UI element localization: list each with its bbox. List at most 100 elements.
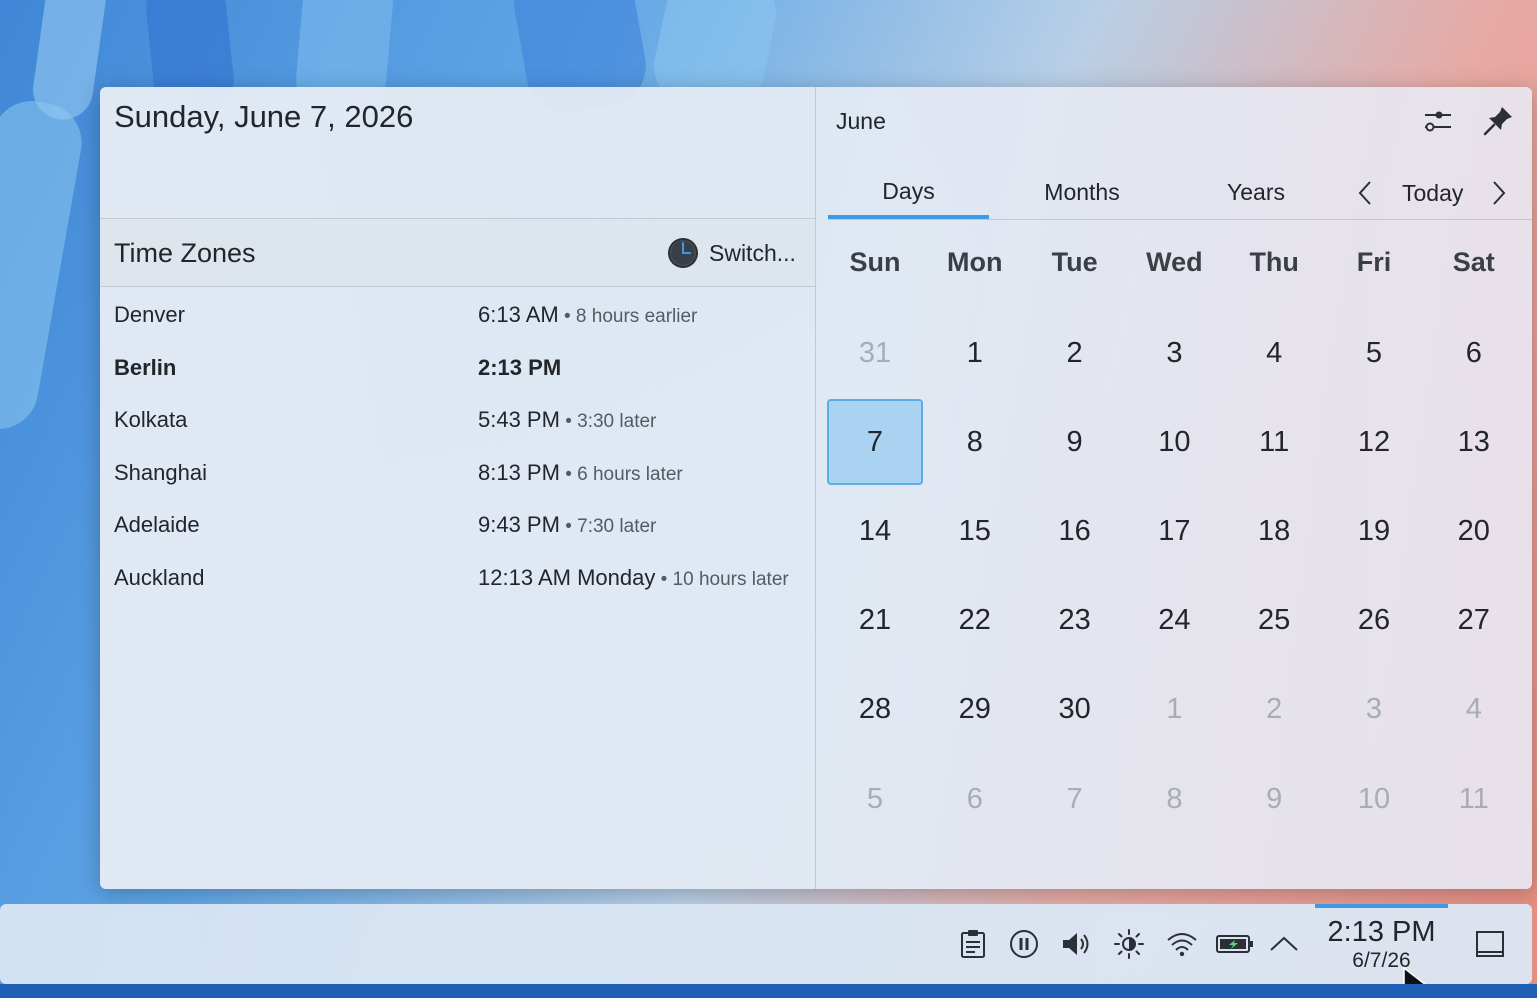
timezone-time-cell: 9:43 PM • 7:30 later xyxy=(478,512,656,538)
clock-time: 2:13 PM xyxy=(1327,916,1436,948)
day-cell[interactable]: 16 xyxy=(1027,488,1123,574)
day-cell[interactable]: 10 xyxy=(1126,399,1222,485)
timezone-time: 12:13 AM Monday xyxy=(478,564,656,590)
tab-days[interactable]: Days xyxy=(828,167,989,219)
date-title: Sunday, June 7, 2026 xyxy=(114,99,414,134)
day-cell[interactable]: 27 xyxy=(1426,578,1522,664)
timezone-time-cell: 2:13 PM xyxy=(478,355,561,381)
timezone-row: Berlin 2:13 PM xyxy=(100,343,815,393)
day-cell[interactable]: 18 xyxy=(1226,488,1322,574)
timezone-time: 6:13 AM xyxy=(478,302,559,327)
day-cell[interactable]: 19 xyxy=(1326,488,1422,574)
day-cell[interactable]: 17 xyxy=(1126,488,1222,574)
timezone-row: Kolkata 5:43 PM • 3:30 later xyxy=(100,395,815,445)
day-cell[interactable]: 1 xyxy=(927,310,1023,396)
timezone-time-cell: 6:13 AM • 8 hours earlier xyxy=(478,302,697,328)
day-cell[interactable]: 8 xyxy=(927,399,1023,485)
timezone-row: Adelaide 9:43 PM • 7:30 later xyxy=(100,500,815,550)
day-cell[interactable]: 9 xyxy=(1226,756,1322,842)
day-cell[interactable]: 21 xyxy=(827,578,923,664)
timezone-row: Denver 6:13 AM • 8 hours earlier xyxy=(100,290,815,340)
timezone-time-cell: 5:43 PM • 3:30 later xyxy=(478,407,656,433)
timezones-header: Time Zones Switch... xyxy=(100,218,815,287)
day-cell[interactable]: 2 xyxy=(1027,310,1123,396)
day-cell[interactable]: 14 xyxy=(827,488,923,574)
timezone-city: Berlin xyxy=(114,354,177,380)
day-cell[interactable]: 28 xyxy=(827,667,923,753)
next-month-icon[interactable] xyxy=(1484,179,1512,207)
timezone-time: 9:43 PM xyxy=(478,512,560,537)
timezone-offset: • 7:30 later xyxy=(559,516,657,537)
timezone-time-cell: 8:13 PM • 6 hours later xyxy=(478,460,683,486)
day-cell[interactable]: 5 xyxy=(827,756,923,842)
weekday-label: Fri xyxy=(1356,247,1392,277)
timezone-offset: • 10 hours later xyxy=(655,568,789,590)
day-cell[interactable]: 9 xyxy=(1027,399,1123,485)
timezones-title: Time Zones xyxy=(114,238,256,268)
pin-icon[interactable] xyxy=(1480,103,1516,139)
expand-tray-icon[interactable] xyxy=(1268,928,1300,960)
day-cell[interactable]: 11 xyxy=(1426,756,1522,842)
settings-sliders-icon[interactable] xyxy=(1420,103,1456,139)
wifi-icon[interactable] xyxy=(1166,928,1198,960)
timezone-time-cell: 12:13 AM Monday • 10 hours later xyxy=(478,565,789,591)
day-cell[interactable]: 7 xyxy=(1027,756,1123,842)
brightness-icon[interactable] xyxy=(1113,928,1145,960)
day-cell-today[interactable]: 7 xyxy=(827,399,923,486)
timezone-time: 8:13 PM xyxy=(478,459,560,485)
media-pause-icon[interactable] xyxy=(1008,928,1040,960)
day-cell[interactable]: 20 xyxy=(1426,488,1522,574)
wallpaper-ribbon xyxy=(0,94,88,436)
weekday-label: Thu xyxy=(1249,247,1299,277)
screen-bottom-edge xyxy=(0,984,1537,998)
battery-icon[interactable] xyxy=(1216,928,1254,960)
show-desktop-icon[interactable] xyxy=(1474,928,1506,960)
clock-icon xyxy=(668,238,698,268)
volume-icon[interactable] xyxy=(1060,928,1092,960)
day-cell[interactable]: 10 xyxy=(1326,756,1422,842)
weekday-label: Mon xyxy=(947,247,1003,277)
day-cell[interactable]: 15 xyxy=(927,488,1023,574)
timezone-city: Adelaide xyxy=(114,512,200,537)
day-cell[interactable]: 30 xyxy=(1027,667,1123,753)
weekday-label: Sun xyxy=(849,247,901,277)
day-cell[interactable]: 24 xyxy=(1126,578,1222,664)
day-cell[interactable]: 13 xyxy=(1426,399,1522,485)
day-cell[interactable]: 12 xyxy=(1326,399,1422,485)
day-cell[interactable]: 31 xyxy=(827,310,923,396)
timezone-row: Shanghai 8:13 PM • 6 hours later xyxy=(100,448,815,498)
timezone-time: 5:43 PM xyxy=(478,407,560,432)
today-button[interactable]: Today xyxy=(1402,173,1463,213)
day-cell[interactable]: 4 xyxy=(1226,310,1322,396)
day-cell[interactable]: 3 xyxy=(1326,667,1422,753)
day-cell[interactable]: 5 xyxy=(1326,310,1422,396)
day-cell[interactable]: 3 xyxy=(1126,310,1222,396)
day-cell[interactable]: 22 xyxy=(927,578,1023,664)
active-indicator xyxy=(1315,904,1448,908)
day-cell[interactable]: 23 xyxy=(1027,578,1123,664)
day-cell[interactable]: 29 xyxy=(927,667,1023,753)
timezone-offset: • 8 hours earlier xyxy=(558,306,698,327)
weekday-label: Sat xyxy=(1452,247,1495,277)
timezone-city: Denver xyxy=(114,302,185,327)
tab-months[interactable]: Months xyxy=(1002,167,1162,217)
calendar-pane: June Days Months Years Today Sun Mon Tue We… xyxy=(816,87,1532,889)
switch-timezone-button[interactable]: Switch... xyxy=(667,236,796,270)
day-cell[interactable]: 11 xyxy=(1226,399,1322,485)
day-cell[interactable]: 8 xyxy=(1126,756,1222,842)
day-cell[interactable]: 2 xyxy=(1226,667,1322,753)
day-cell[interactable]: 26 xyxy=(1326,578,1422,664)
timezone-city: Shanghai xyxy=(114,459,207,485)
day-cell[interactable]: 4 xyxy=(1426,667,1522,753)
day-cell[interactable]: 6 xyxy=(927,756,1023,842)
calendar-popup: Sunday, June 7, 2026 Time Zones Switch..… xyxy=(100,87,1532,889)
day-cell[interactable]: 6 xyxy=(1426,310,1522,396)
day-cell[interactable]: 1 xyxy=(1126,667,1222,753)
weekday-label: Wed xyxy=(1146,247,1203,277)
clipboard-icon[interactable] xyxy=(957,928,989,960)
day-cell[interactable]: 25 xyxy=(1226,578,1322,664)
previous-month-icon[interactable] xyxy=(1352,179,1380,207)
taskbar: 2:13 PM 6/7/26 xyxy=(0,904,1532,984)
tab-years[interactable]: Years xyxy=(1176,167,1336,217)
timezone-time: 2:13 PM xyxy=(478,354,562,380)
